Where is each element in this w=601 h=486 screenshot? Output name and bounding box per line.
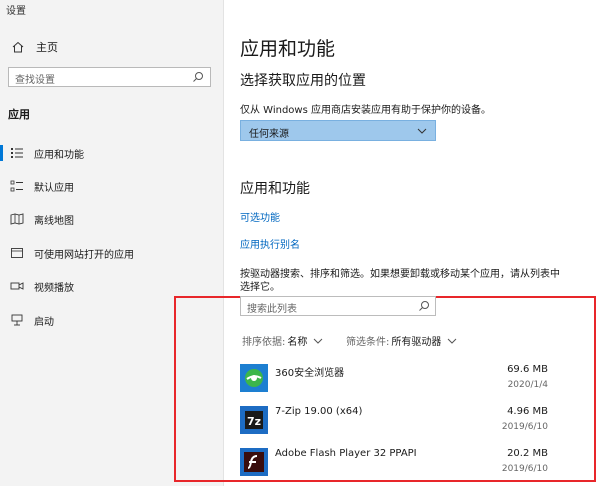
window-title: 设置 [6,6,26,17]
app-list-item[interactable]: Adobe Flash Player 32 PPAPI 20.2 MB 2019… [240,442,552,482]
sidebar-item-video-playback[interactable]: 视频播放 [0,275,223,297]
search-icon [419,301,429,311]
flash-player-icon [240,448,268,476]
app-name: Adobe Flash Player 32 PPAPI [275,448,417,459]
sidebar-item-apps-features[interactable]: 应用和功能 [0,142,223,164]
app-list-search-placeholder: 搜索此列表 [247,304,297,315]
apps-section-heading: 应用和功能 [240,181,310,197]
search-icon [193,72,203,82]
home-icon [12,41,24,53]
filter-label: 筛选条件: [346,337,390,348]
app-date: 2019/6/10 [501,422,548,432]
7zip-icon: 7z [240,406,268,434]
chevron-down-icon [417,128,427,134]
optional-features-link[interactable]: 可选功能 [240,209,280,224]
app-size: 69.6 MB [507,364,548,375]
filter-dropdown[interactable]: 筛选条件: 所有驱动器 [346,333,457,348]
app-name: 7-Zip 19.00 (x64) [275,406,363,417]
sidebar-item-default-apps[interactable]: 默认应用 [0,175,223,197]
sidebar-item-label: 离线地图 [34,215,74,227]
apps-features-icon [11,148,23,158]
sidebar-item-label: 可使用网站打开的应用 [34,249,134,261]
selection-indicator [0,145,3,161]
sidebar-item-label: 默认应用 [34,182,74,194]
360-browser-icon [240,364,268,392]
settings-search-placeholder: 查找设置 [15,75,55,86]
install-source-dropdown[interactable]: 任何来源 [240,120,436,141]
app-date: 2019/6/10 [501,464,548,474]
page-title: 应用和功能 [240,38,336,60]
video-playback-icon [10,282,24,290]
startup-icon [11,314,23,326]
sidebar-item-label: 应用和功能 [34,149,84,161]
apps-description-line1: 按驱动器搜索、排序和筛选。如果想要卸载或移动某个应用，请从列表中 [240,269,560,280]
install-section-heading: 选择获取应用的位置 [240,73,366,89]
sort-dropdown[interactable]: 排序依据: 名称 [242,333,323,348]
app-name: 360安全浏览器 [275,368,345,379]
chevron-down-icon [448,338,457,344]
app-list-item[interactable]: 7z 7-Zip 19.00 (x64) 4.96 MB 2019/6/10 [240,400,552,440]
install-description: 仅从 Windows 应用商店安装应用有助于保护你的设备。 [240,105,491,116]
default-apps-icon [10,180,23,192]
sort-label: 排序依据: [242,337,286,348]
sidebar-item-apps-for-websites[interactable]: 可使用网站打开的应用 [0,242,223,264]
offline-maps-icon [10,213,24,225]
sidebar-item-label: 启动 [34,316,54,328]
sort-value: 名称 [287,337,308,348]
app-date: 2020/1/4 [507,380,548,390]
apps-description-line2: 选择它。 [240,282,280,293]
app-execution-aliases-link[interactable]: 应用执行别名 [240,236,300,251]
svg-text:7z: 7z [247,415,261,428]
settings-search-input[interactable]: 查找设置 [8,67,211,87]
sidebar-item-label: 视频播放 [34,282,74,294]
filter-value: 所有驱动器 [391,337,442,348]
chevron-down-icon [314,338,323,344]
apps-for-websites-icon [11,248,23,258]
home-link[interactable]: 主页 [12,39,58,55]
sidebar-item-offline-maps[interactable]: 离线地图 [0,208,223,230]
sidebar-section-title: 应用 [8,108,30,121]
dropdown-value: 任何来源 [249,129,289,140]
app-size: 4.96 MB [507,406,548,417]
app-list-item[interactable]: 360安全浏览器 69.6 MB 2020/1/4 [240,358,552,398]
home-label: 主页 [36,41,58,54]
app-size: 20.2 MB [507,448,548,459]
app-list-search-input[interactable]: 搜索此列表 [240,296,436,316]
